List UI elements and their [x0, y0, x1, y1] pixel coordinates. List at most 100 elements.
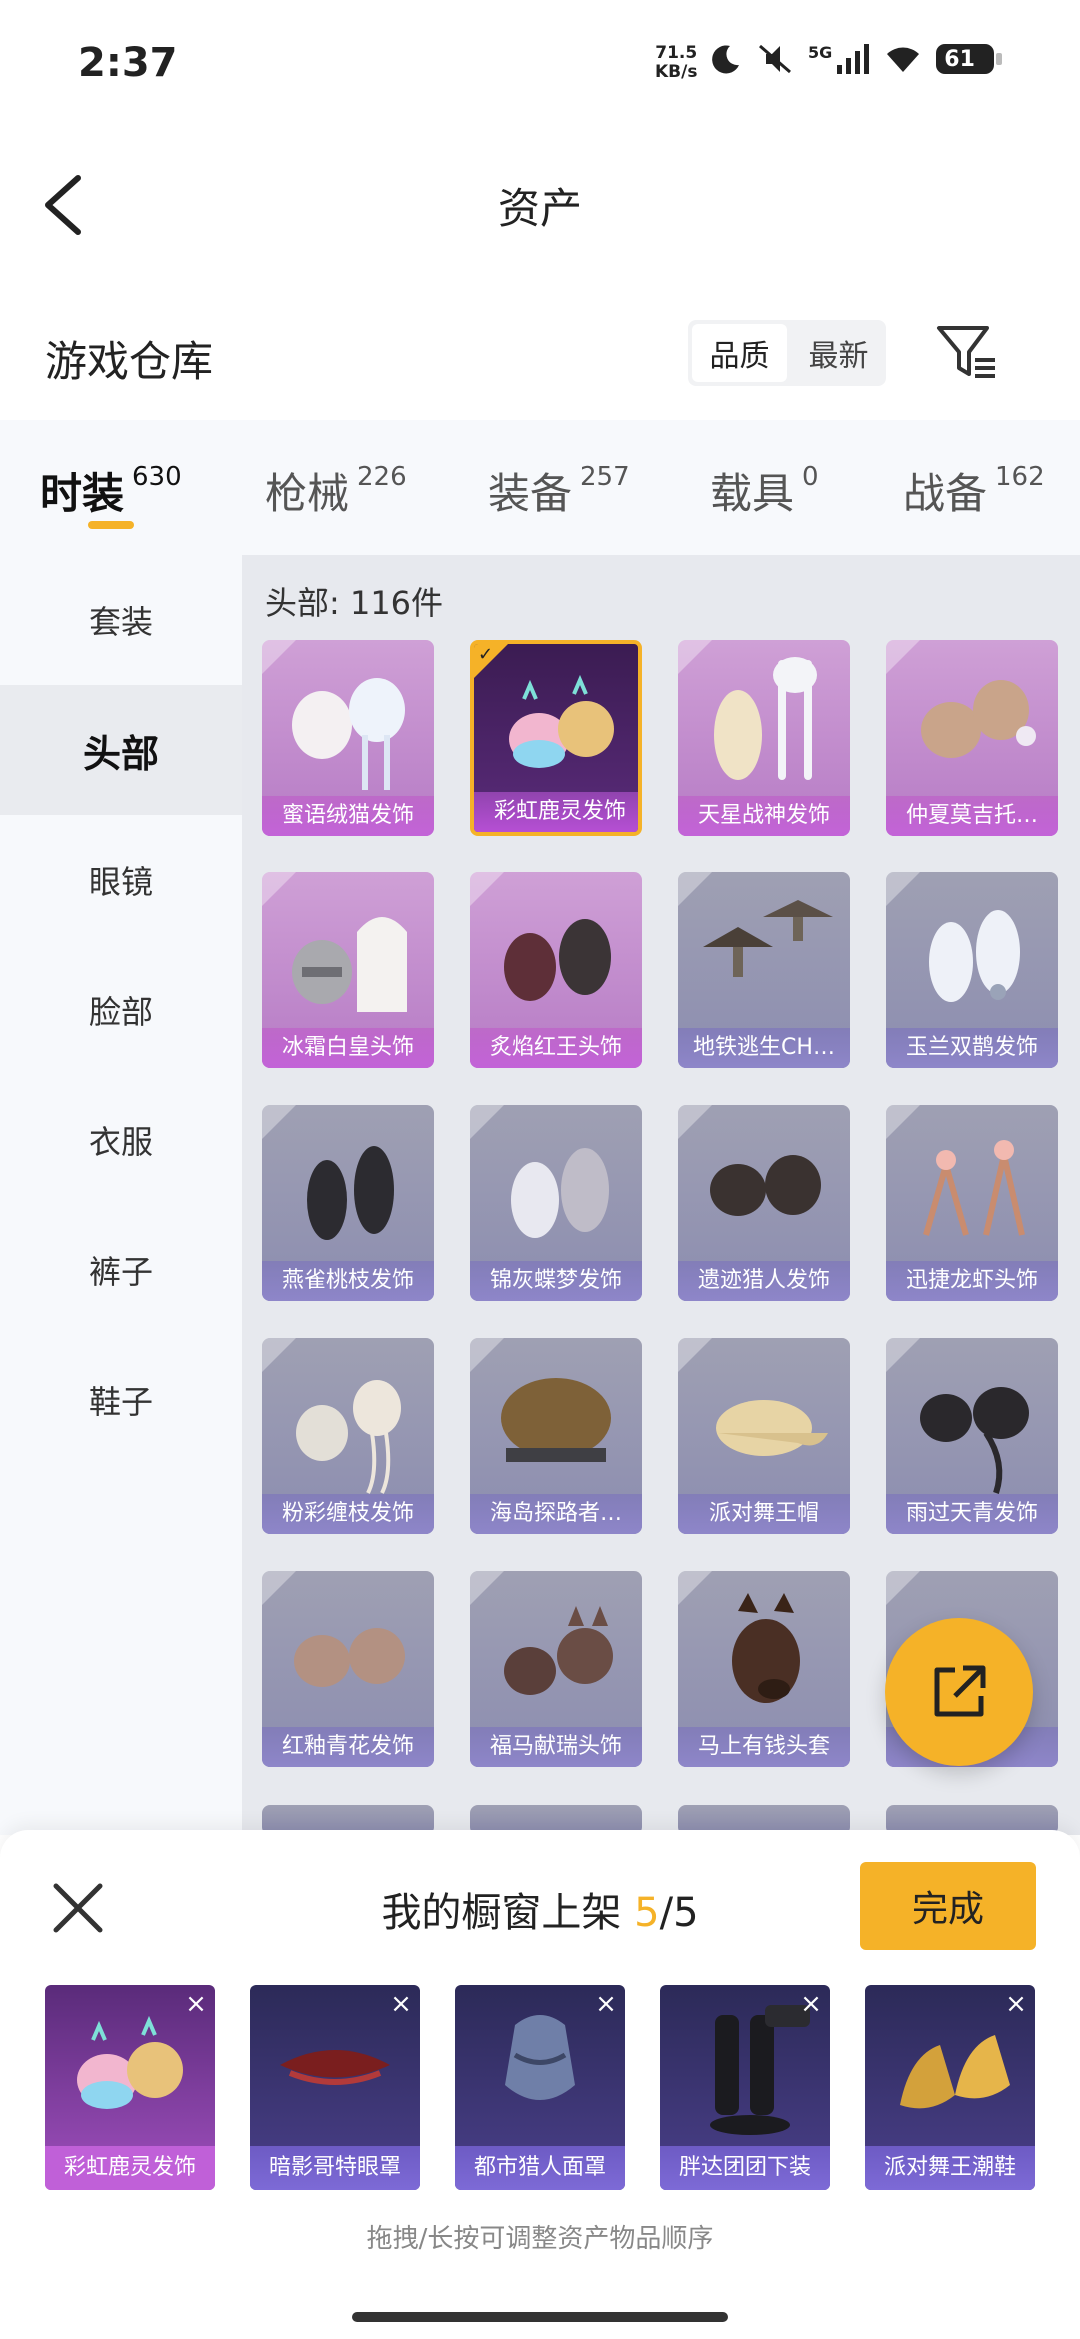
- tab-equipment[interactable]: 装备 257: [488, 460, 630, 521]
- item-card[interactable]: 天星战神发饰: [678, 640, 850, 836]
- check-corner-icon: [262, 1338, 296, 1372]
- check-corner-icon: [470, 872, 504, 906]
- sidebar-item-pants[interactable]: 裤子: [0, 1205, 242, 1335]
- item-card[interactable]: 雨过天青发饰: [886, 1338, 1058, 1534]
- item-count-label: 头部: 116件: [265, 584, 444, 622]
- tab-fashion[interactable]: 时装 630: [40, 460, 182, 521]
- showcase-item[interactable]: × 派对舞王潮鞋: [865, 1985, 1035, 2190]
- item-name: 海岛探路者…: [470, 1494, 642, 1534]
- tab-guns[interactable]: 枪械 226: [265, 460, 407, 521]
- check-corner-icon: [262, 1571, 296, 1605]
- tab-label: 枪械: [265, 469, 350, 518]
- active-tab-indicator: [88, 521, 134, 529]
- item-card[interactable]: 炙焰红王头饰: [470, 872, 642, 1068]
- check-corner-icon: [262, 640, 296, 674]
- item-card[interactable]: 迅捷龙虾头饰: [886, 1105, 1058, 1301]
- showcase-item[interactable]: × 都市猎人面罩: [455, 1985, 625, 2190]
- tab-count: 257: [580, 462, 630, 492]
- sidebar-item-clothes[interactable]: 衣服: [0, 1075, 242, 1205]
- remove-icon[interactable]: ×: [1003, 1991, 1029, 2017]
- item-card[interactable]: ✓ 彩虹鹿灵发饰: [470, 640, 642, 836]
- check-corner-icon: [886, 1105, 920, 1139]
- tab-count: 162: [995, 462, 1045, 492]
- item-name: 燕雀桃枝发饰: [262, 1261, 434, 1301]
- check-corner-icon: [262, 1105, 296, 1139]
- item-name: 地铁逃生CH…: [678, 1028, 850, 1068]
- item-card[interactable]: 粉彩缠枝发饰: [262, 1338, 434, 1534]
- item-card[interactable]: 地铁逃生CH…: [678, 872, 850, 1068]
- check-corner-icon: [678, 872, 712, 906]
- sidebar-item-face[interactable]: 脸部: [0, 945, 242, 1075]
- item-name: 雨过天青发饰: [886, 1494, 1058, 1534]
- item-name: 红釉青花发饰: [262, 1727, 434, 1767]
- external-link-icon: [934, 1665, 986, 1717]
- item-card[interactable]: 燕雀桃枝发饰: [262, 1105, 434, 1301]
- network-type: 5G: [808, 42, 833, 62]
- showcase-item-name: 彩虹鹿灵发饰: [45, 2146, 215, 2190]
- done-button[interactable]: 完成: [860, 1862, 1036, 1950]
- sidebar-item-head[interactable]: 头部: [0, 685, 242, 815]
- item-card[interactable]: 福马献瑞头饰: [470, 1571, 642, 1767]
- item-card[interactable]: 蜜语绒猫发饰: [262, 640, 434, 836]
- item-card[interactable]: 红釉青花发饰: [262, 1571, 434, 1767]
- item-card[interactable]: 锦灰蝶梦发饰: [470, 1105, 642, 1301]
- tab-count: 630: [132, 462, 182, 492]
- share-button[interactable]: [885, 1618, 1033, 1766]
- showcase-item[interactable]: × 胖达团团下装: [660, 1985, 830, 2190]
- item-card[interactable]: 仲夏莫吉托…: [886, 640, 1058, 836]
- tab-count: 226: [357, 462, 407, 492]
- sidebar-item-suit[interactable]: 套装: [0, 555, 242, 685]
- check-corner-icon: [886, 1338, 920, 1372]
- sidebar-item-shoes[interactable]: 鞋子: [0, 1335, 242, 1465]
- reorder-hint: 拖拽/长按可调整资产物品顺序: [366, 2224, 714, 2254]
- item-card[interactable]: 玉兰双鹊发饰: [886, 872, 1058, 1068]
- remove-icon[interactable]: ×: [593, 1991, 619, 2017]
- sidebar: 套装 头部 眼镜 脸部 衣服 裤子 鞋子: [0, 555, 242, 1835]
- tab-label: 装备: [488, 469, 573, 518]
- item-card[interactable]: 海岛探路者…: [470, 1338, 642, 1534]
- sort-quality-button[interactable]: 品质: [692, 324, 787, 382]
- remove-icon[interactable]: ×: [183, 1991, 209, 2017]
- check-corner-icon: [678, 1105, 712, 1139]
- check-corner-icon: [678, 640, 712, 674]
- check-corner-icon: [262, 872, 296, 906]
- showcase-max-count: 5: [673, 1890, 699, 1936]
- status-time: 2:37: [78, 40, 178, 86]
- tab-count: 0: [802, 462, 819, 492]
- tab-vehicles[interactable]: 载具 0: [710, 460, 819, 521]
- item-name: 仲夏莫吉托…: [886, 796, 1058, 836]
- showcase-item-name: 都市猎人面罩: [455, 2146, 625, 2190]
- tab-label: 时装: [40, 469, 125, 518]
- check-corner-icon: [470, 1338, 504, 1372]
- item-card[interactable]: 遗迹猎人发饰: [678, 1105, 850, 1301]
- item-name: 福马献瑞头饰: [470, 1727, 642, 1767]
- showcase-current-count: 5: [634, 1890, 660, 1936]
- tab-label: 载具: [710, 469, 795, 518]
- wifi-icon: [887, 47, 920, 72]
- remove-icon[interactable]: ×: [798, 1991, 824, 2017]
- item-name: 彩虹鹿灵发饰: [474, 792, 638, 832]
- filter-icon[interactable]: [935, 322, 999, 382]
- item-name: 遗迹猎人发饰: [678, 1261, 850, 1301]
- battery-icon: 61: [936, 44, 1003, 74]
- showcase-item-name: 暗影哥特眼罩: [250, 2146, 420, 2190]
- item-name: 粉彩缠枝发饰: [262, 1494, 434, 1534]
- item-card[interactable]: 马上有钱头套: [678, 1571, 850, 1767]
- home-indicator[interactable]: [352, 2312, 728, 2322]
- net-speed-value: 71.5: [655, 43, 698, 63]
- item-name: 炙焰红王头饰: [470, 1028, 642, 1068]
- item-name: 锦灰蝶梦发饰: [470, 1261, 642, 1301]
- showcase-item[interactable]: × 暗影哥特眼罩: [250, 1985, 420, 2190]
- item-name: 冰霜白皇头饰: [262, 1028, 434, 1068]
- item-name: 迅捷龙虾头饰: [886, 1261, 1058, 1301]
- item-card[interactable]: 冰霜白皇头饰: [262, 872, 434, 1068]
- showcase-item[interactable]: × 彩虹鹿灵发饰: [45, 1985, 215, 2190]
- sort-latest-button[interactable]: 最新: [791, 320, 886, 386]
- checkmark-icon: ✓: [478, 644, 494, 665]
- tab-supplies[interactable]: 战备 162: [903, 460, 1045, 521]
- item-card[interactable]: 派对舞王帽: [678, 1338, 850, 1534]
- net-speed-unit: KB/s: [655, 62, 698, 82]
- sidebar-item-glasses[interactable]: 眼镜: [0, 815, 242, 945]
- remove-icon[interactable]: ×: [388, 1991, 414, 2017]
- tab-label: 战备: [903, 469, 988, 518]
